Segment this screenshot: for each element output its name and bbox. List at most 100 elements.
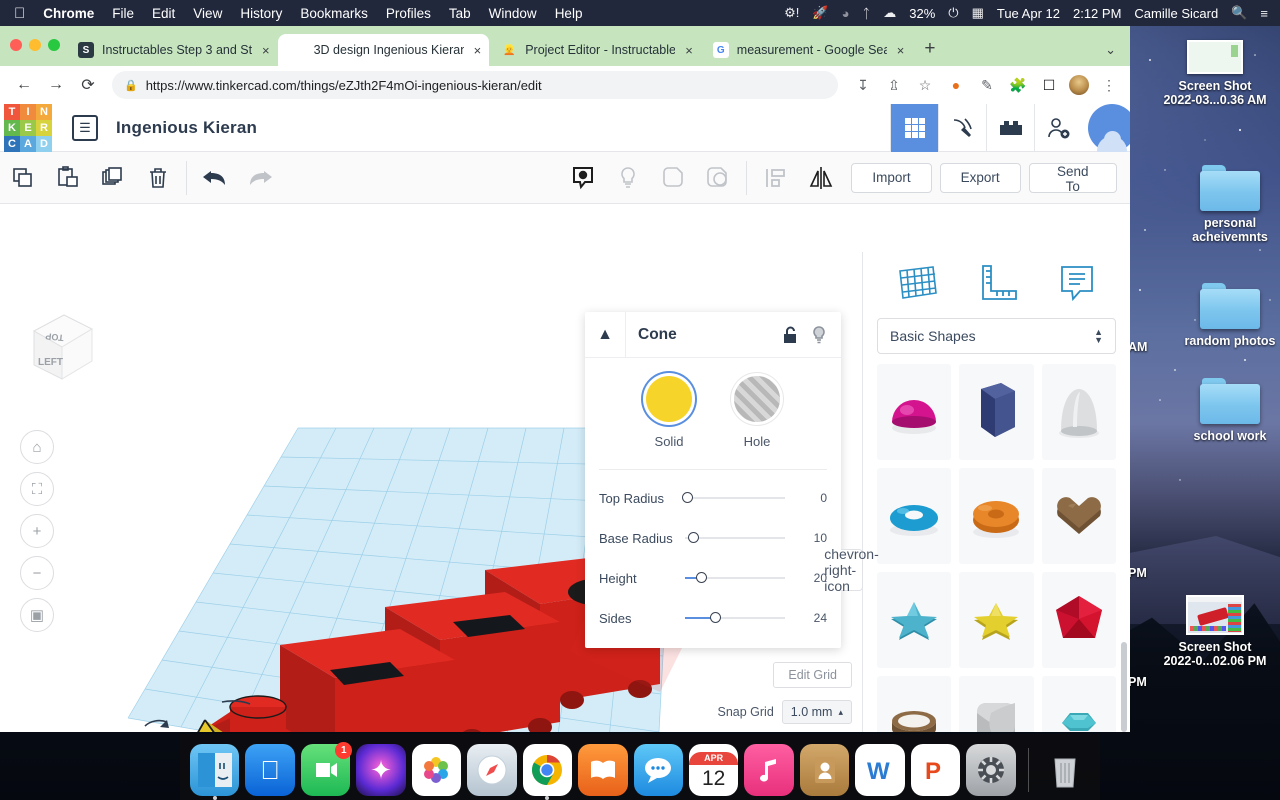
kebab-menu-icon[interactable]: ⋮ [1098, 74, 1120, 96]
tab-search-chevron-icon[interactable]: ⌄ [1091, 42, 1130, 66]
slider-knob[interactable] [688, 532, 699, 543]
trash-icon[interactable] [1041, 744, 1090, 796]
paste-icon[interactable] [45, 152, 90, 204]
menu-file[interactable]: File [112, 6, 134, 21]
word-icon[interactable]: W [855, 744, 905, 796]
siri-icon[interactable]: ✦ [356, 744, 406, 796]
facetime-icon[interactable]: 1 [300, 742, 353, 796]
zoom-out-icon[interactable]: − [20, 556, 54, 590]
reload-button[interactable]: ⟳ [74, 71, 102, 99]
tab-google-search[interactable]: G measurement - Google Searc × [701, 34, 913, 66]
desktop-icon-screenshot-1[interactable]: Screen Shot 2022-03...0.36 AM [1150, 40, 1280, 107]
apple-icon[interactable]:  [14, 5, 25, 22]
shape-gem[interactable] [1041, 676, 1116, 732]
bluetooth-icon[interactable]: ᛏ [862, 6, 870, 21]
input-menu-icon[interactable]: ▦ [972, 5, 984, 21]
sidebar-icon[interactable]: ☐ [1038, 74, 1060, 96]
avatar[interactable] [1082, 103, 1130, 152]
slider-knob[interactable] [682, 492, 693, 503]
fit-to-view-icon[interactable]: ⛶ [20, 472, 54, 506]
forward-button[interactable]: → [42, 71, 70, 99]
property-sides[interactable]: Sides 24 [585, 598, 841, 638]
copy-icon[interactable] [0, 152, 45, 204]
slider-track[interactable] [685, 612, 785, 623]
messages-icon[interactable] [633, 744, 683, 796]
close-window-button[interactable] [10, 39, 22, 51]
export-button[interactable]: Export [939, 162, 1021, 193]
menu-history[interactable]: History [240, 6, 282, 21]
snap-grid-select[interactable]: 1.0 mm ▴ [781, 700, 852, 724]
shape-ring[interactable] [877, 676, 952, 732]
edit-grid-button[interactable]: Edit Grid [773, 662, 852, 688]
redo-icon[interactable] [238, 152, 283, 204]
shape-paraboloid[interactable] [1041, 364, 1116, 460]
desktop-icon-screenshot-2[interactable]: Screen Shot 2022-0...02.06 PM [1150, 595, 1280, 668]
shape-donut[interactable] [959, 468, 1034, 564]
send-to-button[interactable]: Send To [1028, 162, 1117, 194]
zoom-in-icon[interactable]: + [20, 514, 54, 548]
invite-person-icon[interactable] [1034, 103, 1082, 152]
menu-window[interactable]: Window [489, 6, 537, 21]
blocks-icon[interactable] [986, 103, 1034, 152]
panel-collapse-handle[interactable]: chevron-right-icon [824, 546, 878, 594]
shape-hexagon-prism[interactable] [959, 364, 1034, 460]
tab-close-icon[interactable]: × [474, 43, 482, 58]
itunes-icon[interactable] [744, 744, 794, 796]
note-icon[interactable] [1056, 262, 1098, 309]
contacts-icon[interactable] [799, 744, 850, 796]
profile-avatar-icon[interactable] [1069, 75, 1089, 95]
light-bulb-icon[interactable] [807, 325, 841, 344]
ibooks-icon[interactable] [578, 744, 628, 796]
slider-track[interactable] [685, 532, 785, 543]
delete-icon[interactable] [135, 152, 180, 204]
share-icon[interactable]: ⇫ [883, 74, 905, 96]
list-menu-icon[interactable]: ☰ [72, 114, 98, 141]
wifi-icon[interactable]: ☁ [883, 5, 896, 21]
slider-track[interactable] [685, 572, 785, 583]
menu-tab[interactable]: Tab [449, 6, 471, 21]
shape-polygon[interactable] [1041, 572, 1116, 668]
orthographic-view-icon[interactable]: ▣ [20, 598, 54, 632]
tab-instructables-step[interactable]: S Instructables Step 3 and Step × [66, 34, 278, 66]
shape-half-sphere[interactable] [877, 364, 952, 460]
duplicate-icon[interactable] [90, 152, 135, 204]
view-cube[interactable]: TOP LEFT [20, 307, 98, 385]
siri-alert-icon[interactable]: ⚙! [784, 5, 799, 21]
app-store-icon[interactable]:  [245, 744, 295, 796]
slider-track[interactable] [682, 492, 785, 503]
collapse-triangle-icon[interactable]: ▲ [585, 326, 625, 344]
swatch-hole[interactable]: Hole [734, 376, 780, 449]
mirror-icon[interactable] [798, 152, 843, 204]
finder-icon[interactable] [190, 744, 240, 800]
group-icon[interactable] [650, 152, 695, 204]
property-height[interactable]: Height 20 [585, 558, 841, 598]
menu-help[interactable]: Help [555, 6, 583, 21]
chevron-updown-icon[interactable]: ▲ ▼ [1094, 328, 1103, 345]
slider-knob[interactable] [710, 612, 721, 623]
shape-category-select[interactable]: Basic Shapes ▲ ▼ [877, 318, 1116, 354]
codeblocks-pickaxe-icon[interactable] [938, 103, 986, 152]
desktop-icon-random-photos[interactable]: random photos [1165, 283, 1280, 348]
menu-profiles[interactable]: Profiles [386, 6, 431, 21]
control-center-icon[interactable]: ≡ [1260, 6, 1268, 21]
shape-heart[interactable] [1041, 468, 1116, 564]
chrome-icon[interactable] [522, 744, 573, 800]
menu-chrome[interactable]: Chrome [43, 6, 94, 21]
shapes-scrollbar[interactable] [1121, 642, 1127, 732]
menu-view[interactable]: View [193, 6, 222, 21]
shape-star5-flat[interactable] [877, 572, 952, 668]
tinkercad-logo[interactable]: T I N K E R C A D [4, 103, 52, 152]
property-value[interactable]: 0 [799, 491, 827, 505]
puzzle-extension-icon[interactable]: 🧩 [1007, 74, 1029, 96]
install-icon[interactable]: ↧ [852, 74, 874, 96]
align-icon[interactable] [753, 152, 798, 204]
powerpoint-icon[interactable]: P [910, 744, 961, 796]
new-tab-button[interactable]: + [912, 38, 947, 66]
property-value[interactable]: 20 [799, 571, 827, 585]
address-bar[interactable]: 🔒 https://www.tinkercad.com/things/eZJth… [112, 71, 838, 99]
home-view-icon[interactable]: ⌂ [20, 430, 54, 464]
back-button[interactable]: ← [10, 71, 38, 99]
import-button[interactable]: Import [851, 162, 932, 193]
property-value[interactable]: 24 [799, 611, 827, 625]
menu-edit[interactable]: Edit [152, 6, 175, 21]
